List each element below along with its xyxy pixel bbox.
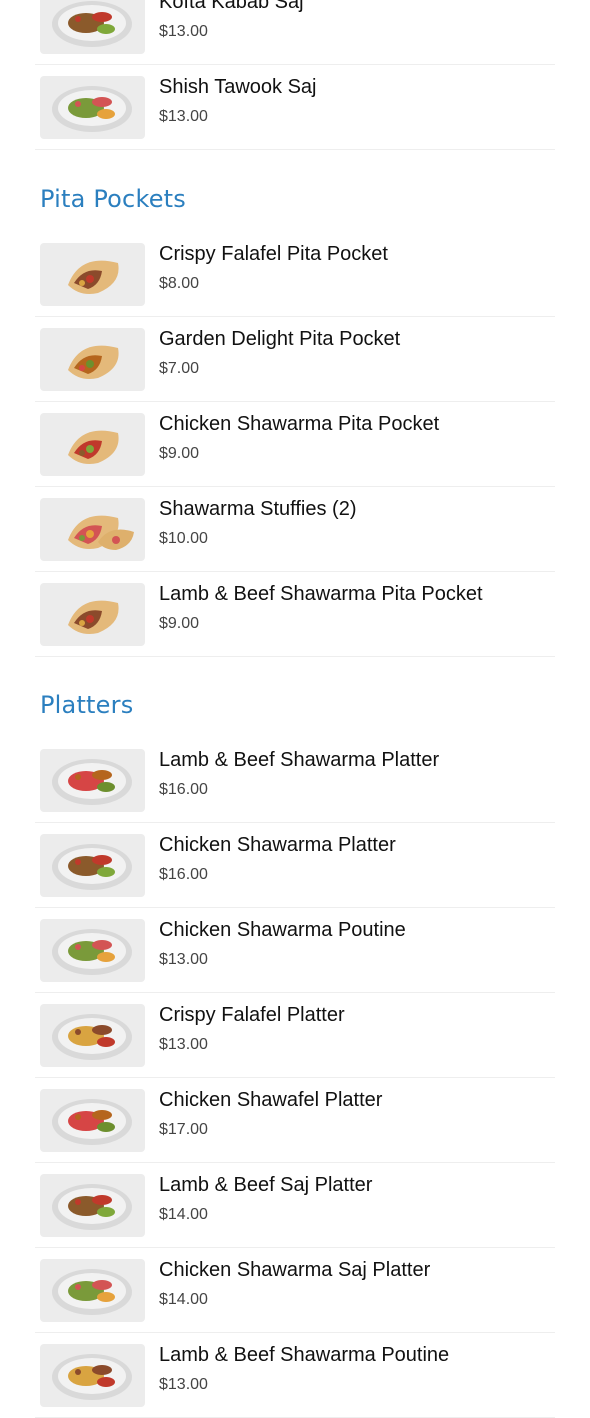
menu-item[interactable]: Lamb & Beef Shawarma Platter $16.00 bbox=[35, 738, 555, 823]
food-illustration bbox=[68, 260, 119, 294]
item-name: Shish Tawook Saj bbox=[159, 76, 317, 98]
menu-item[interactable]: Shawarma Stuffies (2) $10.00 bbox=[35, 487, 555, 572]
menu-item[interactable]: Lamb & Beef Shawarma Pita Pocket $9.00 bbox=[35, 572, 555, 657]
item-price: $14.00 bbox=[159, 1291, 208, 1308]
item-name: Chicken Shawarma Pita Pocket bbox=[159, 413, 440, 435]
menu-item[interactable]: Lamb & Beef Shawarma Poutine $13.00 bbox=[35, 1333, 555, 1418]
chicken-shawafel-platter-image bbox=[40, 1089, 145, 1152]
food-illustration bbox=[52, 1354, 132, 1400]
item-price: $14.00 bbox=[159, 1206, 208, 1223]
menu-item[interactable]: Chicken Shawarma Platter $16.00 bbox=[35, 823, 555, 908]
menu-item[interactable]: Crispy Falafel Platter $13.00 bbox=[35, 993, 555, 1078]
menu-item[interactable]: Lamb & Beef Saj Platter $14.00 bbox=[35, 1163, 555, 1248]
menu-item[interactable]: Chicken Shawarma Pita Pocket $9.00 bbox=[35, 402, 555, 487]
lamb-beef-shawarma-pita-pocket-image bbox=[40, 583, 145, 646]
item-name: Chicken Shawarma Saj Platter bbox=[159, 1259, 431, 1281]
food-illustration bbox=[52, 759, 132, 805]
item-name: Lamb & Beef Shawarma Poutine bbox=[159, 1344, 450, 1366]
item-name: Crispy Falafel Platter bbox=[159, 1004, 345, 1026]
food-illustration bbox=[52, 1014, 132, 1060]
item-price: $9.00 bbox=[159, 445, 200, 462]
menu-item[interactable]: Garden Delight Pita Pocket $7.00 bbox=[35, 317, 555, 402]
item-name: Chicken Shawarma Poutine bbox=[159, 919, 406, 941]
item-name: Lamb & Beef Shawarma Pita Pocket bbox=[159, 583, 483, 605]
menu-section-platters: Platters Lamb & Beef Shawarma Platter $1… bbox=[0, 688, 590, 1418]
crispy-falafel-platter-image bbox=[40, 1004, 145, 1067]
chicken-shawarma-pita-pocket-image bbox=[40, 413, 145, 476]
food-illustration bbox=[68, 600, 119, 634]
menu-item[interactable]: Crispy Falafel Pita Pocket $8.00 bbox=[35, 232, 555, 317]
item-name: Lamb & Beef Saj Platter bbox=[159, 1174, 373, 1196]
menu-item[interactable]: Chicken Shawarma Poutine $13.00 bbox=[35, 908, 555, 993]
item-name: Garden Delight Pita Pocket bbox=[159, 328, 401, 350]
section-title: Pita Pockets bbox=[40, 185, 186, 213]
kofta-kabab-saj-image bbox=[40, 0, 145, 54]
item-price: $7.00 bbox=[159, 360, 200, 377]
chicken-shawarma-saj-platter-image bbox=[40, 1259, 145, 1322]
item-price: $13.00 bbox=[159, 23, 208, 40]
shish-tawook-saj-image bbox=[40, 76, 145, 139]
item-price: $9.00 bbox=[159, 615, 200, 632]
lamb-beef-shawarma-platter-image bbox=[40, 749, 145, 812]
item-name: Kofta Kabab Saj bbox=[159, 0, 304, 13]
menu-item[interactable]: Chicken Shawarma Saj Platter $14.00 bbox=[35, 1248, 555, 1333]
item-price: $13.00 bbox=[159, 108, 208, 125]
food-illustration bbox=[68, 345, 119, 379]
menu-section-saj: Kofta Kabab Saj $13.00 Shish Tawook Saj … bbox=[0, 0, 590, 150]
chicken-shawarma-poutine-image bbox=[40, 919, 145, 982]
item-name: Lamb & Beef Shawarma Platter bbox=[159, 749, 440, 771]
menu-item[interactable]: Chicken Shawafel Platter $17.00 bbox=[35, 1078, 555, 1163]
item-price: $10.00 bbox=[159, 530, 208, 547]
item-price: $16.00 bbox=[159, 866, 208, 883]
lamb-beef-shawarma-poutine-image bbox=[40, 1344, 145, 1407]
food-illustration bbox=[52, 1099, 132, 1145]
food-illustration bbox=[52, 1, 132, 47]
menu-section-pita-pockets: Pita Pockets Crispy Falafel Pita Pocket … bbox=[0, 182, 590, 657]
item-name: Chicken Shawarma Platter bbox=[159, 834, 396, 856]
food-illustration bbox=[52, 86, 132, 132]
lamb-beef-saj-platter-image bbox=[40, 1174, 145, 1237]
section-title: Platters bbox=[40, 691, 134, 719]
menu-item[interactable]: Kofta Kabab Saj $13.00 bbox=[35, 0, 555, 65]
item-price: $13.00 bbox=[159, 951, 208, 968]
food-illustration bbox=[52, 844, 132, 890]
item-name: Crispy Falafel Pita Pocket bbox=[159, 243, 388, 265]
food-illustration bbox=[52, 1184, 132, 1230]
garden-delight-pita-pocket-image bbox=[40, 328, 145, 391]
item-price: $13.00 bbox=[159, 1036, 208, 1053]
food-illustration bbox=[52, 929, 132, 975]
item-price: $17.00 bbox=[159, 1121, 208, 1138]
item-price: $13.00 bbox=[159, 1376, 208, 1393]
item-price: $16.00 bbox=[159, 781, 208, 798]
item-price: $8.00 bbox=[159, 275, 200, 292]
chicken-shawarma-platter-image bbox=[40, 834, 145, 897]
menu-item[interactable]: Shish Tawook Saj $13.00 bbox=[35, 65, 555, 150]
shawarma-stuffies-image bbox=[40, 498, 145, 561]
menu-list: Kofta Kabab Saj $13.00 Shish Tawook Saj … bbox=[0, 0, 590, 1418]
food-illustration bbox=[68, 515, 134, 550]
crispy-falafel-pita-pocket-image bbox=[40, 243, 145, 306]
food-illustration bbox=[52, 1269, 132, 1315]
food-illustration bbox=[68, 430, 119, 464]
item-name: Chicken Shawafel Platter bbox=[159, 1089, 383, 1111]
item-name: Shawarma Stuffies (2) bbox=[159, 498, 357, 520]
